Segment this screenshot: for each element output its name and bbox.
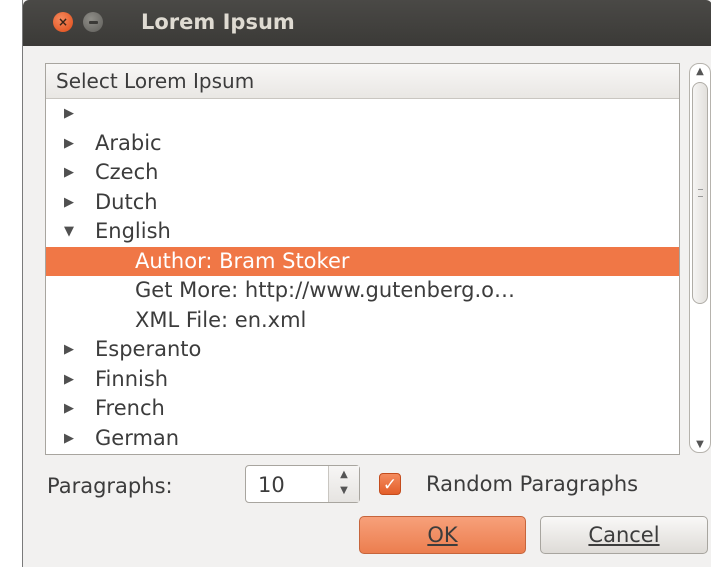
cancel-button[interactable]: Cancel <box>540 516 708 554</box>
window-title: Lorem Ipsum <box>141 10 295 34</box>
title-bar: × Lorem Ipsum <box>23 0 711 46</box>
tree-row-czech[interactable]: ▶ Czech <box>46 158 679 188</box>
collapse-arrow-icon[interactable]: ▼ <box>64 217 74 247</box>
ok-button-label: OK <box>427 523 458 547</box>
minimize-icon[interactable] <box>83 12 103 32</box>
random-paragraphs-label[interactable]: Random Paragraphs <box>426 472 638 496</box>
tree-row-label: Dutch <box>95 189 158 214</box>
tree-column-header[interactable]: Select Lorem Ipsum <box>46 64 679 99</box>
tree-row-label: Get More: http://www.gutenberg.o… <box>135 278 515 302</box>
expand-arrow-icon[interactable]: ▶ <box>64 188 74 218</box>
expand-arrow-icon[interactable]: ▶ <box>64 129 74 159</box>
expand-arrow-icon[interactable]: ▶ <box>64 394 74 424</box>
tree-row-label: German <box>95 425 180 450</box>
expand-arrow-icon[interactable]: ▶ <box>64 99 74 129</box>
ok-button[interactable]: OK <box>359 516 526 554</box>
expand-arrow-icon[interactable]: ▶ <box>64 424 74 454</box>
tree-row-label: Author: Bram Stoker <box>135 248 350 273</box>
tree-row-english[interactable]: ▼ English <box>46 217 679 247</box>
tree-row-finnish[interactable]: ▶ Finnish <box>46 365 679 395</box>
tree-row-author[interactable]: Author: Bram Stoker <box>46 246 679 276</box>
spin-buttons[interactable]: ▲ ▼ <box>328 466 359 502</box>
scroll-up-icon[interactable]: ▲ <box>690 66 710 77</box>
tree-row-french[interactable]: ▶ French <box>46 394 679 424</box>
cancel-button-label: Cancel <box>588 523 660 547</box>
dialog-window: × Lorem Ipsum Select Lorem Ipsum ▶ ▶ Ara… <box>22 0 711 567</box>
language-tree[interactable]: Select Lorem Ipsum ▶ ▶ Arabic ▶ Czech ▶ … <box>45 63 680 455</box>
vertical-scrollbar[interactable]: ▲ ▼ <box>689 63 711 453</box>
tree-row-label: Arabic <box>95 130 162 155</box>
expand-arrow-icon[interactable]: ▶ <box>64 335 74 365</box>
tree-row-dutch[interactable]: ▶ Dutch <box>46 188 679 218</box>
tree-row[interactable]: ▶ <box>46 99 679 129</box>
random-paragraphs-checkbox[interactable]: ✓ <box>379 473 401 495</box>
tree-row-label: French <box>95 396 165 420</box>
increment-icon[interactable]: ▲ <box>329 469 359 480</box>
tree-row-label: English <box>95 219 171 243</box>
close-icon[interactable]: × <box>53 12 73 32</box>
expand-arrow-icon[interactable]: ▶ <box>64 158 74 188</box>
tree-row-label: XML File: en.xml <box>135 307 307 332</box>
scroll-down-icon[interactable]: ▼ <box>690 439 710 450</box>
expand-arrow-icon[interactable]: ▶ <box>64 365 74 395</box>
scrollbar-thumb[interactable] <box>692 82 708 304</box>
paragraphs-spinbox[interactable]: 10 ▲ ▼ <box>245 465 360 503</box>
tree-row-german[interactable]: ▶ German <box>46 424 679 454</box>
paragraphs-label: Paragraphs: <box>47 474 173 498</box>
tree-row-label: Esperanto <box>95 337 202 361</box>
tree-row-get-more[interactable]: Get More: http://www.gutenberg.o… <box>46 276 679 306</box>
tree-row-arabic[interactable]: ▶ Arabic <box>46 129 679 159</box>
paragraphs-value[interactable]: 10 <box>258 473 285 497</box>
tree-row-label: Finnish <box>95 366 169 391</box>
tree-row-esperanto[interactable]: ▶ Esperanto <box>46 335 679 365</box>
decrement-icon[interactable]: ▼ <box>329 485 359 496</box>
tree-row-label: Czech <box>95 160 159 184</box>
tree-row-xml-file[interactable]: XML File: en.xml <box>46 306 679 336</box>
grip-icon <box>698 189 703 197</box>
